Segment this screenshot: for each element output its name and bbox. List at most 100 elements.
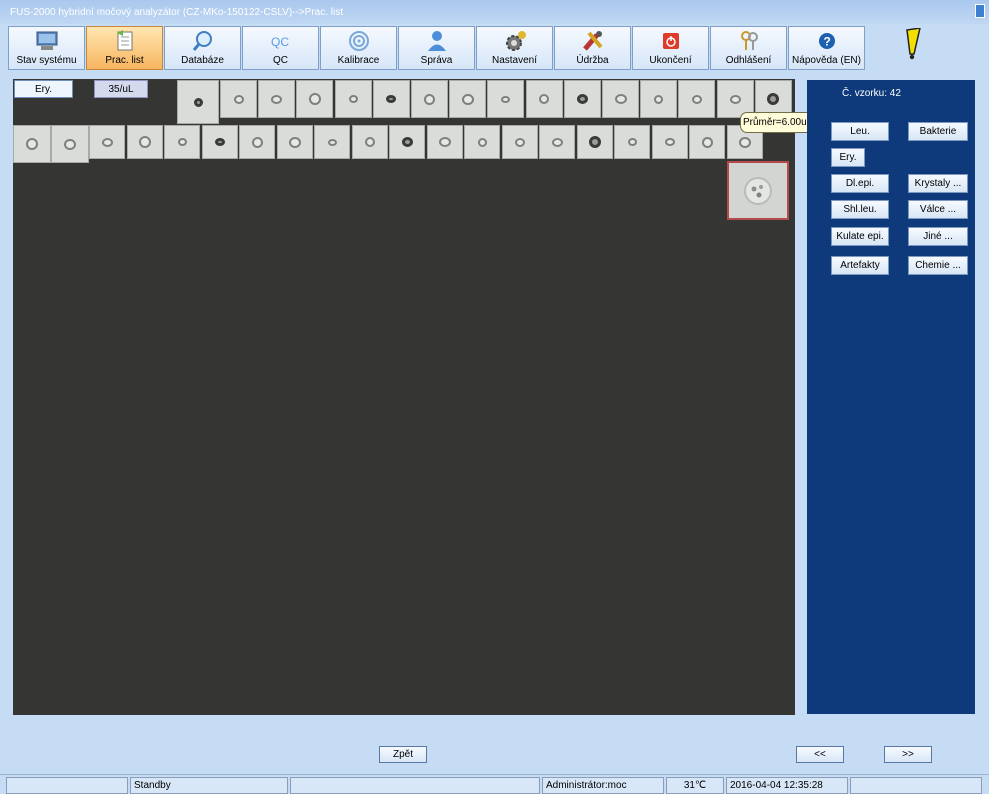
toolbar-nastaveni[interactable]: Nastavení — [476, 26, 553, 70]
toolbar-qc[interactable]: QC QC — [242, 26, 319, 70]
particle-image — [514, 137, 525, 147]
particle-thumbnail[interactable] — [689, 125, 725, 159]
particle-image — [576, 94, 588, 104]
qc-icon: QC — [268, 30, 294, 52]
tools-icon — [580, 30, 606, 52]
particle-thumbnail[interactable] — [501, 125, 538, 159]
particle-thumbnail[interactable] — [372, 80, 410, 118]
main-toolbar: Stav systému Prac. list Databáze QC QC K… — [8, 26, 866, 71]
particle-thumbnail[interactable] — [51, 125, 89, 163]
particle-thumbnail[interactable] — [13, 125, 51, 163]
particle-thumbnail[interactable] — [576, 125, 613, 159]
warning-icon[interactable] — [904, 28, 922, 60]
particle-thumbnail[interactable] — [276, 125, 313, 159]
particle-thumbnail[interactable] — [126, 125, 163, 159]
toolbar-label: Stav systému — [16, 55, 77, 66]
class-button-jine[interactable]: Jiné ... — [908, 227, 968, 246]
prev-page-button[interactable]: << — [796, 746, 844, 763]
toolbar-label: Správa — [420, 55, 453, 66]
particle-thumbnail[interactable] — [651, 125, 688, 159]
class-button-valce[interactable]: Válce ... — [908, 200, 968, 219]
toolbar-napoveda[interactable]: ? Nápověda (EN) — [788, 26, 865, 70]
toolbar-label: Odhlášení — [725, 55, 772, 66]
particle-image — [327, 138, 337, 146]
status-bar: Standby Administrátor:moc 31℃ 2016-04-04… — [0, 774, 989, 794]
toolbar-udrzba[interactable]: Údržba — [554, 26, 631, 70]
particle-thumbnail[interactable] — [351, 125, 388, 159]
toolbar-stav-systemu[interactable]: Stav systému — [8, 26, 85, 70]
particle-thumbnail[interactable] — [220, 80, 257, 118]
particle-image — [101, 137, 113, 147]
window-title: FUS-2000 hybridní močový analyzátor (CZ-… — [10, 7, 343, 18]
class-button-bakterie[interactable]: Bakterie — [908, 122, 968, 141]
next-page-button[interactable]: >> — [884, 746, 932, 763]
toolbar-ukonceni[interactable]: Ukončení — [632, 26, 709, 70]
particle-thumbnail[interactable] — [296, 80, 334, 118]
class-button-krystaly[interactable]: Krystaly ... — [908, 174, 968, 193]
class-button-leu[interactable]: Leu. — [831, 122, 889, 141]
status-state: Standby — [130, 777, 288, 794]
particle-thumbnail[interactable] — [640, 80, 678, 118]
particle-thumbnail[interactable] — [411, 80, 448, 118]
toolbar-odhlaseni[interactable]: Odhlášení — [710, 26, 787, 70]
back-button[interactable]: Zpět — [379, 746, 427, 763]
particle-image — [193, 97, 203, 107]
class-button-ery[interactable]: Ery. — [831, 148, 865, 167]
help-icon: ? — [814, 30, 840, 52]
class-button-kulate-epi[interactable]: Kulate epi. — [831, 227, 889, 246]
toolbar-label: Nápověda (EN) — [792, 55, 861, 66]
particle-image — [691, 94, 702, 104]
particle-thumbnail[interactable] — [539, 125, 575, 159]
particle-image — [251, 136, 263, 148]
particle-thumbnail[interactable] — [678, 80, 716, 118]
particle-thumbnail[interactable] — [487, 80, 525, 118]
particle-thumbnail[interactable] — [177, 80, 219, 124]
particle-thumbnail[interactable] — [563, 80, 601, 118]
particle-thumbnail[interactable] — [239, 125, 275, 159]
monitor-icon — [34, 30, 60, 52]
category-tab[interactable]: Ery. — [14, 80, 73, 98]
particle-thumbnail[interactable] — [525, 80, 563, 118]
status-temperature: 31℃ — [666, 777, 724, 794]
particle-image — [701, 136, 713, 148]
particle-image — [386, 95, 397, 103]
status-cell-empty — [6, 777, 128, 794]
particle-thumbnail[interactable] — [89, 125, 125, 159]
particle-image — [288, 136, 301, 148]
particle-image — [138, 136, 151, 148]
class-button-artefakty[interactable]: Artefakty — [831, 256, 889, 275]
particle-image — [461, 93, 474, 105]
toolbar-prac-list[interactable]: Prac. list — [86, 26, 163, 70]
particle-thumbnail[interactable] — [614, 125, 650, 159]
particle-image — [654, 94, 664, 104]
particle-image — [364, 137, 375, 147]
particle-thumbnail[interactable] — [426, 125, 463, 159]
target-icon — [346, 30, 372, 52]
particle-thumbnail[interactable] — [449, 80, 487, 118]
toolbar-sprava[interactable]: Správa — [398, 26, 475, 70]
particle-image — [233, 94, 244, 104]
particle-thumbnail[interactable] — [314, 125, 350, 159]
particle-thumbnail[interactable] — [464, 125, 500, 159]
particle-thumbnail[interactable] — [602, 80, 639, 118]
particle-image — [308, 93, 321, 105]
particle-image — [729, 94, 741, 104]
particle-thumbnail[interactable] — [201, 125, 238, 159]
minimize-icon[interactable] — [975, 4, 985, 18]
power-icon — [658, 30, 684, 52]
particle-image — [26, 138, 38, 150]
class-button-shl-leu[interactable]: Shl.leu. — [831, 200, 889, 219]
particle-thumbnail[interactable] — [164, 125, 200, 159]
status-cell-empty — [290, 777, 540, 794]
particle-thumbnail[interactable] — [258, 80, 296, 118]
magnifier-icon — [190, 30, 216, 52]
toolbar-databaze[interactable]: Databáze — [164, 26, 241, 70]
particle-zoom-preview — [727, 161, 789, 220]
particle-image — [627, 138, 637, 146]
class-button-dl-epi[interactable]: Dl.epi. — [831, 174, 889, 193]
toolbar-kalibrace[interactable]: Kalibrace — [320, 26, 397, 70]
image-viewer — [13, 79, 795, 715]
particle-thumbnail[interactable] — [389, 125, 425, 159]
class-button-chemie[interactable]: Chemie ... — [908, 256, 968, 275]
particle-thumbnail[interactable] — [334, 80, 372, 118]
